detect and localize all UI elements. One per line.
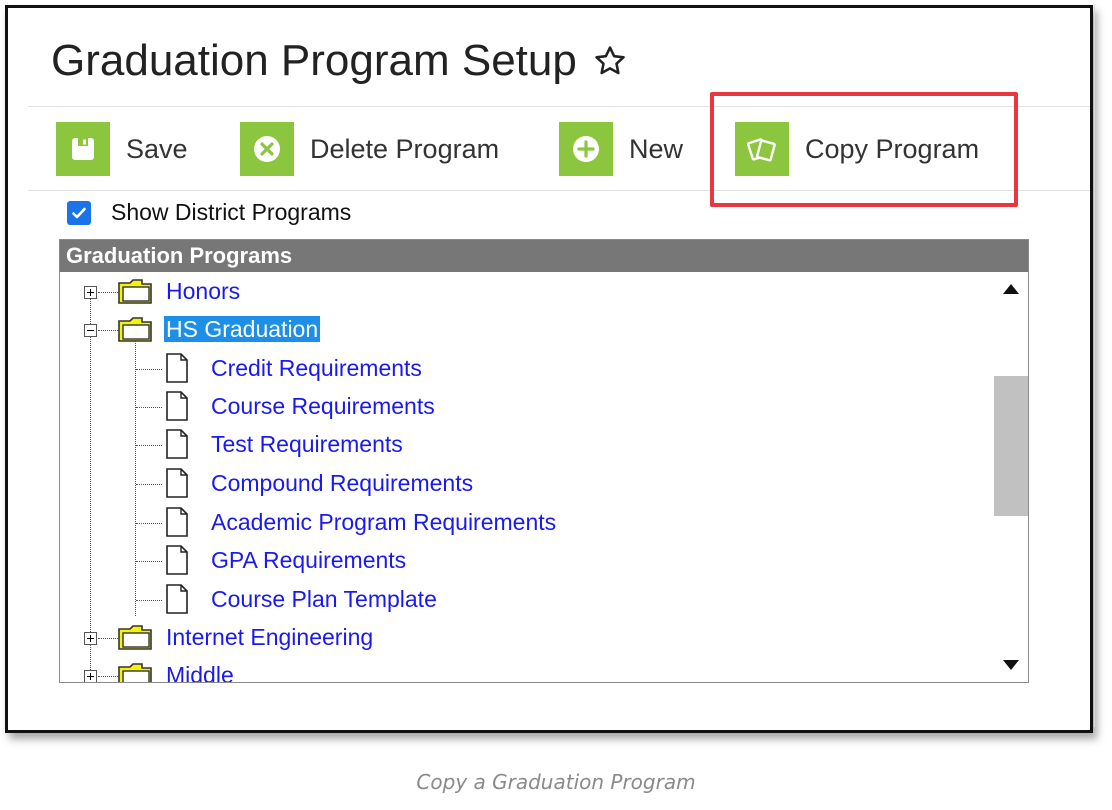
scroll-down-button[interactable] — [994, 648, 1028, 682]
tree-connector — [98, 330, 118, 331]
tree-leaf-course-requirements[interactable]: Course Requirements — [60, 387, 960, 425]
tree-leaf-label[interactable]: GPA Requirements — [211, 547, 406, 573]
x-circle-icon — [240, 122, 294, 176]
copy-program-highlight-box — [710, 92, 1018, 207]
show-district-programs-label: Show District Programs — [111, 199, 352, 225]
tree-node-honors[interactable]: Honors — [60, 272, 960, 310]
tree-leaf-compound-requirements[interactable]: Compound Requirements — [60, 464, 960, 502]
tree-connector — [136, 407, 162, 408]
tree-leaf-credit-requirements[interactable]: Credit Requirements — [60, 349, 960, 387]
show-district-programs-checkbox[interactable] — [67, 200, 91, 225]
document-icon — [166, 429, 188, 459]
save-disk-icon — [56, 122, 110, 176]
tree-node-label-selected[interactable]: HS Graduation — [164, 316, 321, 342]
program-tree: Honors HS Graduation Credit Requirements — [60, 272, 1028, 682]
tree-leaf-academic-program-requirements[interactable]: Academic Program Requirements — [60, 503, 960, 541]
document-icon — [166, 391, 188, 421]
background-edge — [1094, 5, 1112, 727]
tree-node-internet-engineering[interactable]: Internet Engineering — [60, 618, 960, 656]
tree-node-label[interactable]: Honors — [166, 278, 240, 304]
expand-plus-icon[interactable] — [84, 670, 97, 682]
tree-leaf-gpa-requirements[interactable]: GPA Requirements — [60, 541, 960, 579]
page-header: Graduation Program Setup — [51, 36, 627, 86]
folder-icon — [118, 279, 152, 304]
tree-connector — [136, 600, 162, 601]
panel-title: Graduation Programs — [60, 240, 1028, 272]
tree-node-middle[interactable]: Middle — [60, 656, 960, 682]
delete-program-label: Delete Program — [310, 133, 500, 164]
triangle-down-icon — [1003, 660, 1019, 670]
tree-connector — [136, 561, 162, 562]
expand-plus-icon[interactable] — [84, 286, 97, 299]
tree-connector — [98, 292, 118, 293]
show-district-programs-row: Show District Programs — [67, 199, 351, 226]
tree-leaf-course-plan-template[interactable]: Course Plan Template — [60, 580, 960, 618]
tree-connector — [98, 676, 118, 677]
page-title: Graduation Program Setup — [51, 36, 577, 85]
tree-leaf-label[interactable]: Course Plan Template — [211, 586, 437, 612]
checkmark-icon — [72, 207, 86, 218]
folder-icon — [118, 663, 152, 682]
tree-leaf-label[interactable]: Credit Requirements — [211, 355, 422, 381]
tree-node-hs-graduation[interactable]: HS Graduation — [60, 310, 960, 348]
new-button[interactable]: New — [559, 122, 683, 176]
expand-plus-icon[interactable] — [84, 632, 97, 645]
scroll-up-button[interactable] — [994, 272, 1028, 306]
tree-scrollbar[interactable] — [994, 272, 1028, 682]
save-button-label: Save — [126, 133, 188, 164]
star-outline-icon[interactable] — [593, 44, 627, 78]
tree-leaf-label[interactable]: Academic Program Requirements — [211, 509, 556, 535]
document-icon — [166, 545, 188, 575]
tree-node-label[interactable]: Internet Engineering — [166, 624, 373, 650]
collapse-minus-icon[interactable] — [84, 324, 97, 337]
graduation-programs-panel: Graduation Programs Honors HS Graduation… — [59, 239, 1029, 683]
screenshot-frame: Graduation Program Setup Save Delete Pro… — [5, 5, 1093, 733]
save-button[interactable]: Save — [56, 122, 188, 176]
tree-leaf-label[interactable]: Compound Requirements — [211, 470, 473, 496]
folder-icon — [118, 317, 152, 342]
document-icon — [166, 507, 188, 537]
triangle-up-icon — [1003, 284, 1019, 294]
tree-connector — [136, 369, 162, 370]
plus-circle-icon — [559, 122, 613, 176]
document-icon — [166, 468, 188, 498]
tree-leaf-label[interactable]: Course Requirements — [211, 393, 435, 419]
document-icon — [166, 584, 188, 614]
tree-connector — [98, 638, 118, 639]
new-button-label: New — [629, 133, 684, 164]
delete-program-button[interactable]: Delete Program — [240, 122, 499, 176]
scroll-thumb[interactable] — [994, 376, 1028, 516]
tree-connector — [136, 523, 162, 524]
document-icon — [166, 353, 188, 383]
image-caption: Copy a Graduation Program — [416, 770, 696, 794]
tree-connector — [136, 484, 162, 485]
tree-connector — [136, 445, 162, 446]
folder-icon — [118, 625, 152, 650]
tree-leaf-label[interactable]: Test Requirements — [211, 431, 403, 457]
tree-leaf-test-requirements[interactable]: Test Requirements — [60, 425, 960, 463]
tree-node-label[interactable]: Middle — [166, 662, 234, 682]
